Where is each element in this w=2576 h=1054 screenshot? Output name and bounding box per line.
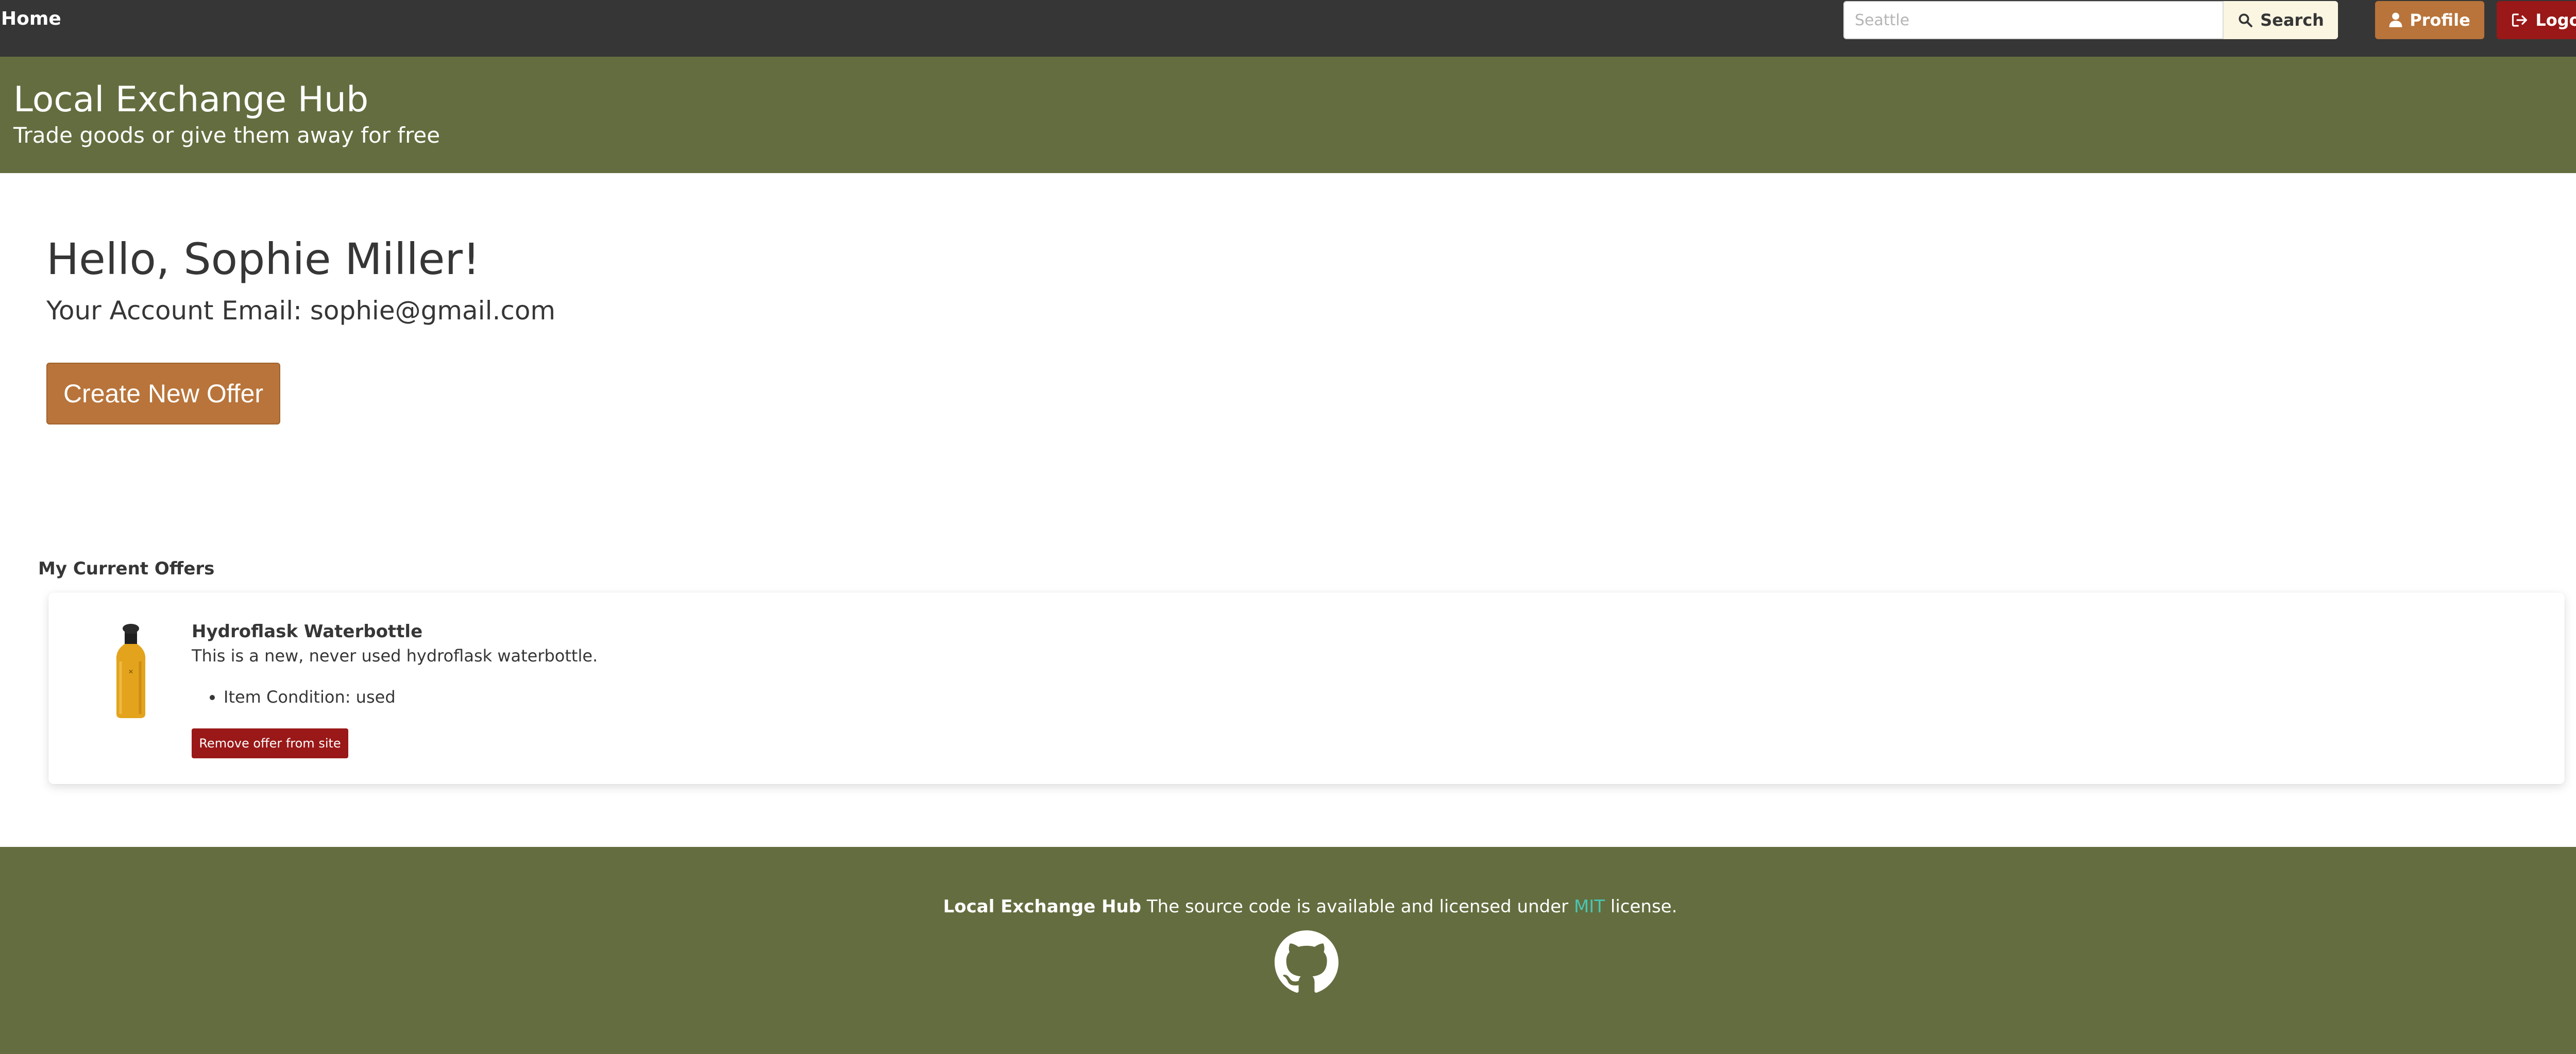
logout-button-label: Logout bbox=[2535, 10, 2576, 30]
footer-text-after: license. bbox=[1610, 896, 1677, 917]
offer-card: ✕ Hydroflask Waterbottle This is a new, … bbox=[48, 592, 2565, 784]
search-input[interactable] bbox=[1843, 1, 2224, 39]
logout-button[interactable]: Logout bbox=[2497, 1, 2576, 39]
offer-condition: Item Condition: used bbox=[224, 687, 396, 707]
offer-description: This is a new, never used hydroflask wat… bbox=[192, 646, 598, 666]
svg-text:✕: ✕ bbox=[128, 668, 133, 675]
create-new-offer-button[interactable]: Create New Offer bbox=[46, 363, 280, 424]
remove-offer-button[interactable]: Remove offer from site bbox=[192, 728, 348, 758]
top-navbar: Home Search Profile Logout bbox=[0, 0, 2576, 57]
logout-icon bbox=[2512, 12, 2528, 28]
profile-button-label: Profile bbox=[2410, 10, 2470, 30]
user-icon bbox=[2389, 12, 2402, 28]
site-title: Local Exchange Hub bbox=[13, 79, 369, 120]
search-button[interactable]: Search bbox=[2224, 1, 2338, 39]
search-icon bbox=[2238, 12, 2253, 28]
github-icon[interactable] bbox=[1275, 930, 1338, 994]
profile-button[interactable]: Profile bbox=[2375, 1, 2484, 39]
footer-text-before: The source code is available and license… bbox=[1146, 896, 1569, 917]
offer-title: Hydroflask Waterbottle bbox=[192, 621, 423, 642]
offer-details-list: Item Condition: used bbox=[224, 687, 396, 707]
footer: Local Exchange Hub The source code is av… bbox=[0, 847, 2576, 1054]
greeting-heading: Hello, Sophie Miller! bbox=[46, 234, 480, 284]
license-link[interactable]: MIT bbox=[1574, 896, 1605, 917]
account-email: Your Account Email: sophie@gmail.com bbox=[46, 296, 556, 326]
hero-banner: Local Exchange Hub Trade goods or give t… bbox=[0, 57, 2576, 173]
site-subtitle: Trade goods or give them away for free bbox=[13, 123, 440, 148]
footer-text: Local Exchange Hub The source code is av… bbox=[0, 896, 2576, 917]
waterbottle-image: ✕ bbox=[110, 623, 151, 719]
offers-heading: My Current Offers bbox=[38, 558, 215, 579]
footer-brand: Local Exchange Hub bbox=[943, 896, 1142, 917]
search-button-label: Search bbox=[2260, 10, 2324, 30]
nav-home-link[interactable]: Home bbox=[1, 8, 61, 29]
